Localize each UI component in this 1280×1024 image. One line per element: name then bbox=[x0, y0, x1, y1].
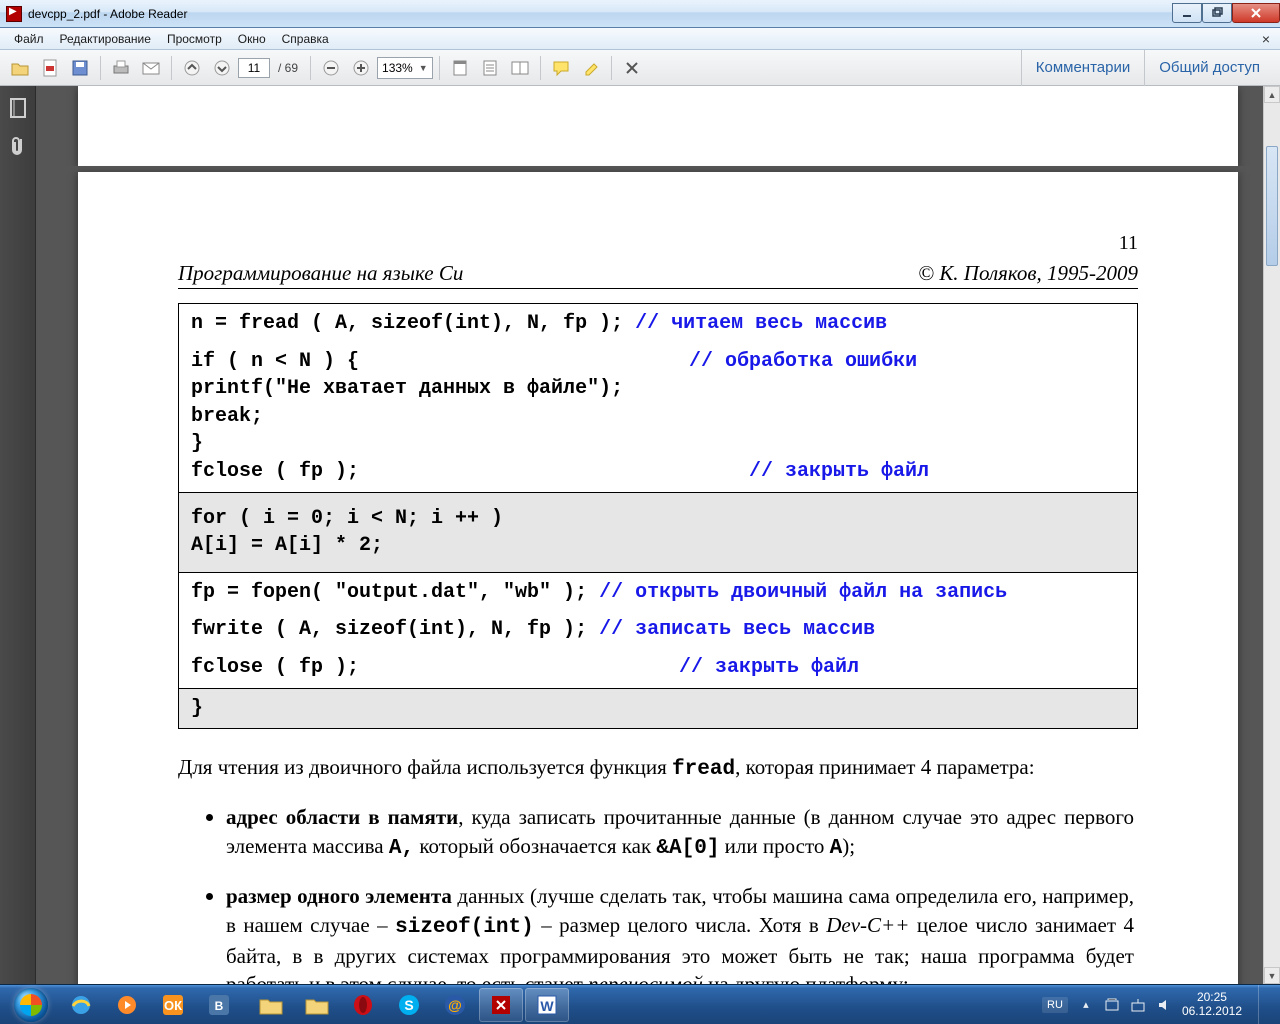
menu-help[interactable]: Справка bbox=[274, 30, 337, 48]
tool-hand-button[interactable] bbox=[476, 54, 504, 82]
scroll-down-icon[interactable]: ▼ bbox=[1264, 967, 1280, 984]
network-icon[interactable] bbox=[1130, 997, 1146, 1013]
menu-view[interactable]: Просмотр bbox=[159, 30, 230, 48]
taskbar-ok[interactable]: ОК bbox=[151, 988, 195, 1022]
windows-orb-icon bbox=[14, 988, 48, 1022]
tool-view-button[interactable] bbox=[506, 54, 534, 82]
zoom-out-button[interactable] bbox=[317, 54, 345, 82]
start-button[interactable] bbox=[4, 987, 58, 1023]
page-number-input[interactable] bbox=[238, 58, 270, 78]
svg-text:W: W bbox=[540, 998, 554, 1014]
svg-text:@: @ bbox=[448, 997, 462, 1013]
document-page: 11 Программирование на языке Си © К. Пол… bbox=[78, 172, 1238, 984]
minimize-button[interactable] bbox=[1172, 3, 1202, 23]
svg-text:ОК: ОК bbox=[164, 998, 182, 1013]
action-center-icon[interactable] bbox=[1104, 997, 1120, 1013]
page-total-label: / 69 bbox=[272, 61, 304, 75]
close-button[interactable] bbox=[1232, 3, 1280, 23]
separator bbox=[611, 56, 612, 80]
export-pdf-button[interactable] bbox=[36, 54, 64, 82]
taskbar-mail[interactable]: @ bbox=[433, 988, 477, 1022]
document-viewport[interactable]: 11 Программирование на языке Си © К. Пол… bbox=[36, 86, 1280, 984]
svg-text:B: B bbox=[215, 999, 224, 1013]
taskbar-word[interactable]: W bbox=[525, 988, 569, 1022]
list-item: адрес области в памяти, куда записать пр… bbox=[226, 802, 1138, 863]
tray-date: 06.12.2012 bbox=[1182, 1005, 1242, 1019]
taskbar-folder[interactable] bbox=[295, 988, 339, 1022]
taskbar-explorer[interactable] bbox=[249, 988, 293, 1022]
list-item: размер одного элемента данных (лучше сде… bbox=[226, 881, 1138, 984]
print-button[interactable] bbox=[107, 54, 135, 82]
share-panel-link[interactable]: Общий доступ bbox=[1144, 50, 1274, 86]
taskbar-adobe-reader[interactable] bbox=[479, 988, 523, 1022]
running-header: Программирование на языке Си © К. Поляко… bbox=[178, 261, 1138, 289]
comments-panel-link[interactable]: Комментарии bbox=[1021, 50, 1144, 86]
bullet-list: адрес области в памяти, куда записать пр… bbox=[226, 802, 1138, 984]
code-listing: n = fread ( A, sizeof(int), N, fp ); // … bbox=[178, 303, 1138, 729]
tray-time: 20:25 bbox=[1182, 991, 1242, 1005]
svg-text:S: S bbox=[404, 997, 413, 1013]
zoom-in-button[interactable] bbox=[347, 54, 375, 82]
tray-clock[interactable]: 20:25 06.12.2012 bbox=[1182, 991, 1242, 1019]
show-desktop-button[interactable] bbox=[1258, 985, 1270, 1024]
separator bbox=[540, 56, 541, 80]
taskbar-ie[interactable] bbox=[59, 988, 103, 1022]
menu-file[interactable]: Файл bbox=[6, 30, 52, 48]
zoom-select[interactable]: 133% ▼ bbox=[377, 57, 433, 79]
read-mode-button[interactable] bbox=[618, 54, 646, 82]
paragraph-fread: Для чтения из двоичного файла использует… bbox=[178, 753, 1138, 784]
taskbar-media[interactable] bbox=[105, 988, 149, 1022]
running-right: © К. Поляков, 1995-2009 bbox=[918, 261, 1138, 286]
thumbnails-icon[interactable] bbox=[6, 96, 30, 120]
attachments-icon[interactable] bbox=[6, 134, 30, 158]
open-file-button[interactable] bbox=[6, 54, 34, 82]
toolbar: / 69 133% ▼ Комментарии Общий доступ bbox=[0, 50, 1280, 86]
language-indicator[interactable]: RU bbox=[1042, 997, 1068, 1013]
page-up-button[interactable] bbox=[178, 54, 206, 82]
volume-icon[interactable] bbox=[1156, 997, 1172, 1013]
scrollbar-thumb[interactable] bbox=[1266, 146, 1278, 266]
menubar-close-icon[interactable]: × bbox=[1262, 31, 1274, 47]
running-left: Программирование на языке Си bbox=[178, 261, 463, 286]
menu-window[interactable]: Окно bbox=[230, 30, 274, 48]
separator bbox=[310, 56, 311, 80]
tool-select-button[interactable] bbox=[446, 54, 474, 82]
zoom-value: 133% bbox=[382, 61, 413, 75]
nav-sidebar bbox=[0, 86, 36, 984]
previous-page-edge bbox=[78, 86, 1238, 166]
window-title: devcpp_2.pdf - Adobe Reader bbox=[28, 7, 187, 21]
separator bbox=[171, 56, 172, 80]
chevron-down-icon: ▼ bbox=[419, 63, 428, 73]
page-down-button[interactable] bbox=[208, 54, 236, 82]
window-titlebar: devcpp_2.pdf - Adobe Reader bbox=[0, 0, 1280, 28]
restore-button[interactable] bbox=[1202, 3, 1232, 23]
adobe-reader-icon bbox=[6, 6, 22, 22]
taskbar-vk[interactable]: B bbox=[197, 988, 241, 1022]
menubar: Файл Редактирование Просмотр Окно Справк… bbox=[0, 28, 1280, 50]
menu-edit[interactable]: Редактирование bbox=[52, 30, 159, 48]
scroll-up-icon[interactable]: ▲ bbox=[1264, 86, 1280, 103]
taskbar-opera[interactable] bbox=[341, 988, 385, 1022]
taskbar-skype[interactable]: S bbox=[387, 988, 431, 1022]
page-number-label: 11 bbox=[178, 232, 1138, 255]
highlight-button[interactable] bbox=[577, 54, 605, 82]
system-tray: RU ▴ 20:25 06.12.2012 bbox=[1042, 985, 1276, 1024]
windows-taskbar: ОК B S @ W RU ▴ 20:25 06.12.2012 bbox=[0, 984, 1280, 1024]
separator bbox=[439, 56, 440, 80]
vertical-scrollbar[interactable]: ▲ ▼ bbox=[1263, 86, 1280, 984]
tray-up-icon[interactable]: ▴ bbox=[1078, 997, 1094, 1013]
save-button[interactable] bbox=[66, 54, 94, 82]
email-button[interactable] bbox=[137, 54, 165, 82]
comment-button[interactable] bbox=[547, 54, 575, 82]
separator bbox=[100, 56, 101, 80]
